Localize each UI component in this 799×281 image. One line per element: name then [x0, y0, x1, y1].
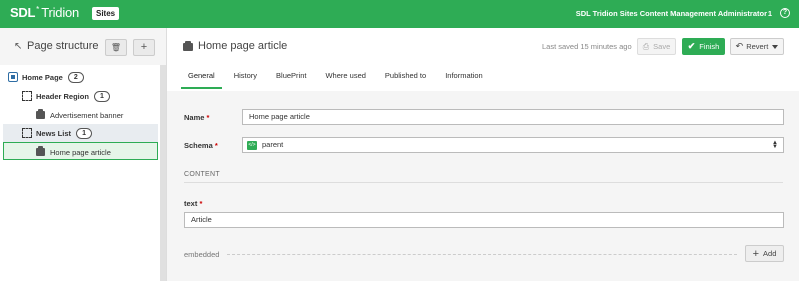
schema-value: parent: [262, 140, 284, 149]
name-label: Name *: [184, 113, 209, 122]
revert-button[interactable]: ↶ Revert: [730, 38, 784, 55]
required-marker: *: [206, 113, 210, 122]
tree-item-label: Header Region: [36, 91, 89, 101]
select-arrows-icon: ▲ ▼: [772, 140, 778, 150]
section-divider: [184, 182, 783, 183]
undo-icon: ↶: [735, 41, 744, 51]
content-section-label: CONTENT: [184, 171, 220, 178]
tab-general[interactable]: General: [181, 68, 222, 89]
tab-blueprint[interactable]: BluePrint: [269, 68, 313, 89]
count-badge: 1: [93, 90, 110, 102]
add-button[interactable]: +: [133, 39, 155, 56]
chevron-down-icon: [772, 44, 779, 49]
name-field[interactable]: Home page article: [242, 109, 784, 125]
component-icon: [183, 41, 193, 51]
tree-item-label: Home page article: [50, 147, 111, 157]
save-button[interactable]: ⎙ Save: [637, 38, 676, 55]
required-marker: *: [214, 141, 218, 150]
save-icon: ⎙: [642, 41, 650, 51]
save-label: Save: [653, 42, 671, 51]
count-badge: 1: [76, 127, 93, 139]
schema-icon: </>: [247, 140, 257, 150]
tree-item-label: Home Page: [22, 72, 63, 82]
tree-item-news-list[interactable]: News List 1: [22, 125, 93, 141]
region-icon: [22, 91, 32, 101]
schema-select[interactable]: </> parent ▲ ▼: [242, 137, 784, 153]
tree-item-advertisement-banner[interactable]: Advertisement banner: [36, 107, 123, 123]
tree-scrollbar[interactable]: [160, 65, 166, 281]
page-structure-panel: ↖ Page structure 🗑 + Home Page 2 Header …: [0, 28, 167, 281]
user-count: 1: [767, 9, 772, 18]
finish-label: Finish: [699, 42, 720, 51]
tree-item-label: News List: [36, 128, 72, 138]
brand-sdl: SDL: [10, 5, 36, 20]
collapse-arrow-icon[interactable]: ↖: [14, 41, 22, 52]
tree-item-label: Advertisement banner: [50, 110, 124, 120]
component-editor: Home page article Last saved 15 minutes …: [167, 28, 799, 281]
sites-badge: Sites: [92, 7, 120, 20]
embedded-divider: [227, 254, 737, 255]
check-icon: ✔: [687, 41, 696, 51]
schema-label-text: Schema: [184, 141, 213, 150]
component-icon: [36, 146, 45, 156]
plus-icon: +: [140, 41, 148, 53]
trash-icon: 🗑: [110, 43, 122, 52]
brand-star: *: [36, 4, 40, 14]
top-bar: SDL * Tridion Sites SDL Tridion Sites Co…: [0, 0, 799, 28]
delete-button[interactable]: 🗑: [105, 39, 127, 56]
tree-item-home-page-article[interactable]: Home page article: [36, 144, 111, 160]
tab-history[interactable]: History: [227, 68, 264, 89]
editor-tabs: General History BluePrint Where used Pub…: [181, 68, 495, 89]
page-structure-title: Page structure: [27, 40, 99, 52]
text-field[interactable]: Article: [184, 212, 784, 228]
brand-logo[interactable]: SDL * Tridion: [10, 4, 80, 21]
schema-label: Schema *: [184, 141, 218, 150]
tab-information[interactable]: Information: [438, 68, 490, 89]
tree-item-header-region[interactable]: Header Region 1: [22, 88, 110, 104]
name-label-text: Name: [184, 113, 205, 122]
tab-where-used[interactable]: Where used: [318, 68, 372, 89]
page-structure-tree: Home Page 2 Header Region 1 Advertisemen…: [0, 65, 160, 281]
embedded-label: embedded: [184, 250, 220, 259]
brand-product: Tridion: [41, 5, 80, 20]
general-form: Name * Home page article Schema * </> pa…: [167, 91, 799, 281]
count-badge: 2: [67, 71, 84, 83]
revert-label: Revert: [746, 42, 769, 51]
add-label: Add: [763, 249, 777, 258]
editor-title: Home page article: [198, 40, 288, 52]
add-embedded-button[interactable]: + Add: [745, 245, 784, 262]
help-icon[interactable]: ?: [780, 8, 790, 18]
text-label-text: text: [184, 199, 198, 208]
component-icon: [36, 109, 45, 119]
finish-button[interactable]: ✔ Finish: [682, 38, 725, 55]
region-icon: [22, 128, 32, 138]
last-saved-status: Last saved 15 minutes ago: [542, 42, 632, 51]
page-icon: [8, 72, 18, 82]
page-structure-header: ↖ Page structure 🗑 +: [0, 28, 166, 65]
required-marker: *: [199, 199, 203, 208]
tree-item-home-page[interactable]: Home Page 2: [8, 69, 84, 85]
text-label: text *: [184, 199, 202, 208]
user-name[interactable]: SDL Tridion Sites Content Management Adm…: [576, 9, 767, 18]
plus-icon: +: [752, 247, 760, 260]
tab-published-to[interactable]: Published to: [378, 68, 433, 89]
